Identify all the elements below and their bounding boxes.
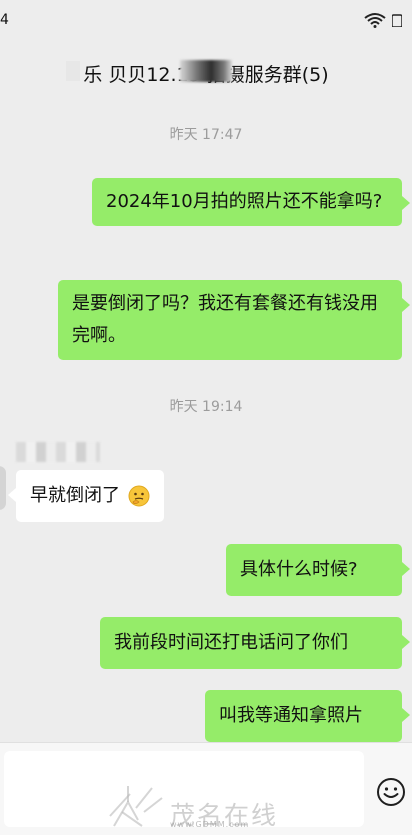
outgoing-message[interactable]: 具体什么时候? (226, 544, 402, 596)
outgoing-message[interactable]: 2024年10月拍的照片还不能拿吗? (92, 178, 402, 226)
bubble-tail (402, 708, 410, 722)
message-list[interactable]: 昨天 17:47 2024年10月拍的照片还不能拿吗? 是要倒闭了吗？我还有套餐… (0, 102, 412, 742)
avatar[interactable] (0, 466, 6, 510)
message-input[interactable] (4, 751, 364, 827)
signal-icon (392, 14, 402, 27)
message-text: 早就倒闭了 (30, 485, 120, 506)
emoji-icon[interactable] (376, 777, 406, 807)
bubble-tail (402, 562, 410, 576)
bubble-tail (402, 635, 410, 649)
message-timestamp: 昨天 19:14 (169, 399, 243, 415)
outgoing-message[interactable]: 我前段时间还打电话问了你们 (100, 617, 402, 669)
bubble-tail (402, 298, 410, 312)
message-text: 具体什么时候? (240, 559, 358, 580)
message-text: 2024年10月拍的照片还不能拿吗? (106, 191, 383, 212)
status-icons (364, 12, 402, 28)
status-bar: 4 (0, 0, 412, 40)
bubble-tail (402, 196, 410, 210)
message-text: 是要倒闭了吗？我还有套餐还有钱没用完啊。 (72, 293, 378, 346)
message-text: 我前段时间还打电话问了你们 (114, 632, 348, 653)
outgoing-message[interactable]: 叫我等通知拿照片 (205, 690, 402, 742)
wifi-icon (364, 13, 386, 28)
bubble-tail (8, 488, 16, 502)
sender-name-redacted (16, 442, 100, 462)
outgoing-message[interactable]: 是要倒闭了吗？我还有套餐还有钱没用完啊。 (58, 280, 402, 360)
message-text: 叫我等通知拿照片 (219, 705, 363, 726)
message-timestamp: 昨天 17:47 (169, 127, 243, 143)
incoming-message[interactable]: 早就倒闭了 (16, 470, 164, 522)
status-time: 4 (0, 12, 9, 28)
redaction-mark (180, 60, 232, 82)
redaction-mark (66, 61, 80, 81)
input-bar (0, 742, 412, 835)
thinking-face-emoji (128, 485, 150, 507)
